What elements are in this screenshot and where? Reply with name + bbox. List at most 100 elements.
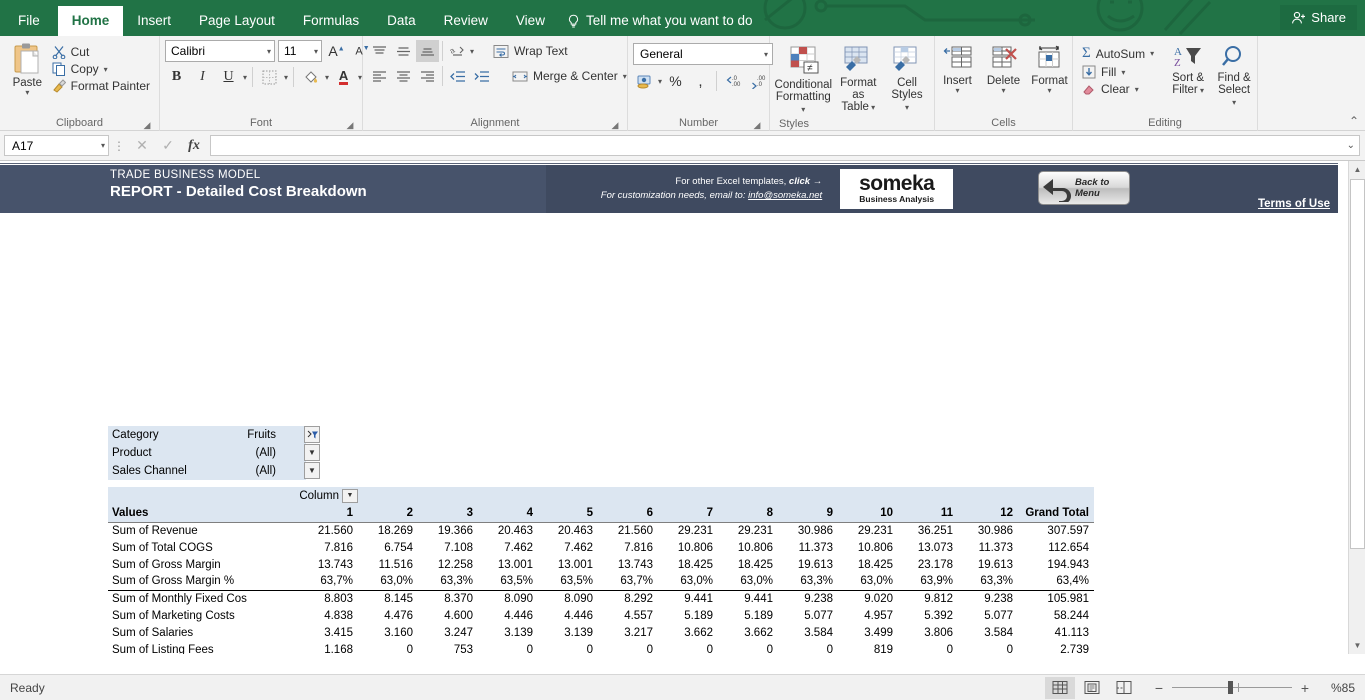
scroll-up-button[interactable]: ▲ <box>1349 161 1365 178</box>
fill-dropdown-arrow[interactable]: ▾ <box>1121 68 1125 76</box>
terms-of-use-link[interactable]: Terms of Use <box>1258 198 1330 210</box>
align-middle-button[interactable] <box>392 40 415 62</box>
paste-dropdown-arrow[interactable]: ▾ <box>25 89 29 97</box>
zoom-in-button[interactable]: + <box>1299 680 1311 696</box>
tab-home[interactable]: Home <box>57 6 124 36</box>
autosum-button[interactable]: Σ AutoSum ▾ <box>1078 44 1158 63</box>
bold-button[interactable]: B <box>165 66 188 88</box>
autosum-dropdown-arrow[interactable]: ▾ <box>1150 50 1154 58</box>
vertical-scrollbar[interactable]: ▲ ▼ <box>1348 161 1365 654</box>
comma-style-button[interactable]: , <box>689 70 712 92</box>
italic-button[interactable]: I <box>191 66 214 88</box>
font-family-combo[interactable]: Calibri ▾ <box>165 40 275 62</box>
format-cells-button[interactable]: Format ▾ <box>1028 43 1072 96</box>
underline-dropdown-arrow[interactable]: ▾ <box>243 73 247 81</box>
clipboard-dialog-launcher[interactable]: ◢ <box>142 120 152 130</box>
page-break-view-button[interactable] <box>1109 677 1139 699</box>
tell-me-search[interactable]: Tell me what you want to do <box>559 6 763 36</box>
wrap-text-button[interactable]: Wrap Text <box>489 42 572 61</box>
increase-font-size-button[interactable]: A▲ <box>325 40 348 62</box>
accounting-format-button[interactable] <box>633 70 656 92</box>
format-as-table-button[interactable]: Format as Table ▾ <box>834 43 883 115</box>
tab-data[interactable]: Data <box>373 6 430 36</box>
fill-color-dropdown-arrow[interactable]: ▾ <box>325 73 329 81</box>
percent-style-button[interactable]: % <box>664 70 687 92</box>
email-link[interactable]: info@someka.net <box>748 190 822 201</box>
normal-view-button[interactable] <box>1045 676 1075 699</box>
tab-page-layout[interactable]: Page Layout <box>185 6 289 36</box>
enter-formula-button[interactable]: ✓ <box>155 135 181 157</box>
page-layout-view-button[interactable] <box>1077 677 1107 699</box>
copy-button[interactable]: Copy ▾ <box>50 61 154 77</box>
collapse-ribbon-button[interactable]: ⌃ <box>1349 114 1359 128</box>
paste-button[interactable]: Paste ▾ <box>5 40 50 97</box>
tab-insert[interactable]: Insert <box>123 6 185 36</box>
share-button[interactable]: Share <box>1280 5 1357 30</box>
cut-button[interactable]: Cut <box>50 44 154 60</box>
number-format-combo[interactable]: General ▾ <box>633 43 773 65</box>
formula-input[interactable]: ⌄ <box>210 135 1360 156</box>
tab-file[interactable]: File <box>0 6 58 36</box>
font-color-button[interactable]: A <box>332 66 355 88</box>
number-dialog-launcher[interactable]: ◢ <box>752 120 762 130</box>
sf-dropdown-arrow[interactable]: ▾ <box>1198 86 1204 95</box>
format-dropdown-arrow[interactable]: ▾ <box>1047 87 1051 95</box>
sort-filter-button[interactable]: A Z Sort & Filter ▾ <box>1166 42 1210 110</box>
pivot-column-filter-button[interactable]: ▼ <box>342 488 358 503</box>
fs-dropdown-arrow[interactable]: ▾ <box>1232 98 1236 107</box>
scroll-down-button[interactable]: ▼ <box>1349 637 1365 654</box>
increase-indent-button[interactable] <box>470 65 493 87</box>
accounting-dropdown-arrow[interactable]: ▾ <box>658 77 662 85</box>
decrease-decimal-button[interactable]: .00.0 <box>746 70 769 92</box>
align-left-button[interactable] <box>368 65 391 87</box>
zoom-level-label[interactable]: %85 <box>1313 681 1355 695</box>
zoom-slider-thumb[interactable] <box>1228 681 1233 694</box>
insert-function-button[interactable]: fx <box>181 135 207 157</box>
filter-dropdown-category[interactable] <box>304 426 320 443</box>
borders-button[interactable] <box>258 66 281 88</box>
delete-dropdown-arrow[interactable]: ▾ <box>1001 87 1005 95</box>
fill-button[interactable]: Fill ▾ <box>1078 64 1158 80</box>
conditional-formatting-button[interactable]: ≠ Conditional Formatting ▾ <box>775 43 832 117</box>
insert-dropdown-arrow[interactable]: ▾ <box>955 87 959 95</box>
tab-view[interactable]: View <box>502 6 559 36</box>
tab-formulas[interactable]: Formulas <box>289 6 373 36</box>
font-dialog-launcher[interactable]: ◢ <box>345 120 355 130</box>
merge-center-button[interactable]: Merge & Center ▾ <box>508 67 631 86</box>
align-right-button[interactable] <box>416 65 439 87</box>
orientation-dropdown-arrow[interactable]: ▾ <box>470 47 474 55</box>
promo-click-link[interactable]: click <box>789 176 810 187</box>
cancel-formula-button[interactable]: ✕ <box>129 135 155 157</box>
insert-cells-button[interactable]: Insert ▾ <box>936 43 980 96</box>
font-color-dropdown-arrow[interactable]: ▾ <box>358 73 362 81</box>
name-box[interactable]: A17 ▾ <box>4 135 109 156</box>
font-size-combo[interactable]: 11 ▾ <box>278 40 322 62</box>
zoom-slider[interactable] <box>1172 681 1292 694</box>
alignment-dialog-launcher[interactable]: ◢ <box>610 120 620 130</box>
merge-center-dropdown-arrow[interactable]: ▾ <box>623 72 627 80</box>
copy-dropdown-arrow[interactable]: ▾ <box>104 65 108 73</box>
expand-formula-bar-button[interactable]: ⌄ <box>1347 140 1355 151</box>
filter-dropdown-product[interactable]: ▼ <box>304 444 320 461</box>
cs-dropdown-arrow[interactable]: ▾ <box>905 103 909 112</box>
underline-button[interactable]: U <box>217 66 240 88</box>
scrollbar-thumb[interactable] <box>1350 179 1365 549</box>
align-center-button[interactable] <box>392 65 415 87</box>
cell-styles-button[interactable]: Cell Styles ▾ <box>885 43 929 115</box>
decrease-indent-button[interactable] <box>446 65 469 87</box>
borders-dropdown-arrow[interactable]: ▾ <box>284 73 288 81</box>
align-bottom-button[interactable] <box>416 40 439 62</box>
fat-dropdown-arrow[interactable]: ▾ <box>869 103 875 112</box>
filter-dropdown-sales-channel[interactable]: ▼ <box>304 462 320 479</box>
clear-dropdown-arrow[interactable]: ▾ <box>1135 85 1139 93</box>
delete-cells-button[interactable]: Delete ▾ <box>982 43 1026 96</box>
increase-decimal-button[interactable]: .0.00 <box>721 70 744 92</box>
orientation-button[interactable]: a <box>446 40 469 62</box>
fill-color-button[interactable] <box>299 66 322 88</box>
tab-review[interactable]: Review <box>430 6 502 36</box>
align-top-button[interactable] <box>368 40 391 62</box>
back-to-menu-button[interactable]: Back to Menu <box>1038 171 1130 205</box>
find-select-button[interactable]: Find & Select ▾ <box>1212 42 1256 110</box>
format-painter-button[interactable]: Format Painter <box>50 78 154 94</box>
zoom-out-button[interactable]: − <box>1153 680 1165 696</box>
